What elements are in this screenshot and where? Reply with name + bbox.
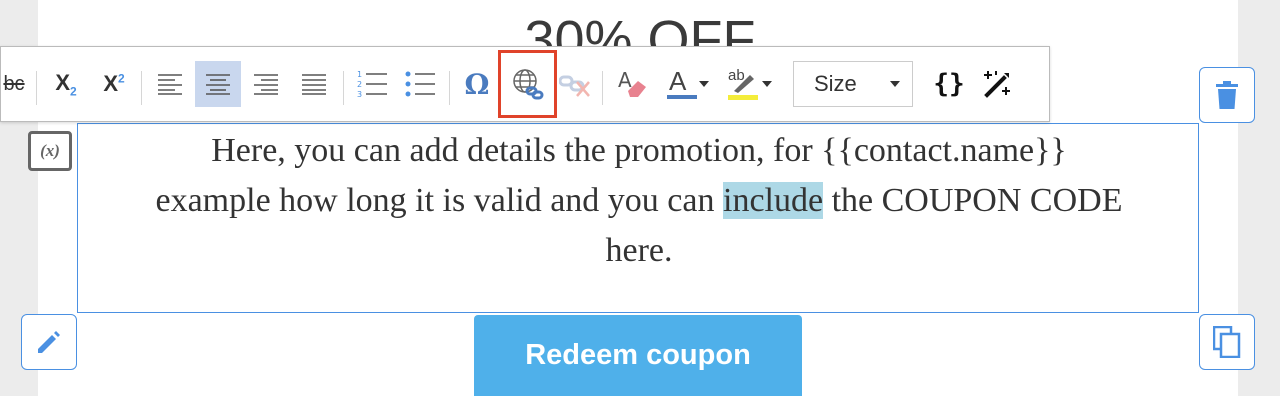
clear-formatting-button[interactable]: A (611, 47, 653, 121)
source-code-button[interactable]: {} (927, 47, 971, 121)
body-line-1: Here, you can add details the promotion,… (211, 132, 1067, 169)
promo-body-text[interactable]: Here, you can add details the promotion,… (78, 124, 1200, 276)
align-justify-icon (302, 74, 326, 95)
font-color-icon: A (665, 66, 697, 100)
numbered-list-button[interactable]: 123 (351, 47, 393, 121)
globe-link-icon (512, 69, 543, 100)
align-left-icon (158, 74, 182, 95)
svg-text:2: 2 (357, 80, 362, 89)
font-size-select[interactable]: Size (793, 61, 913, 107)
body-line-2-after: the COUPON CODE (823, 182, 1123, 219)
highlight-color-button[interactable]: ab (721, 47, 777, 121)
braces-icon: {} (933, 69, 965, 99)
omega-icon: Ω (464, 67, 490, 101)
subscript-mark: 2 (70, 84, 77, 99)
insert-link-button[interactable] (498, 50, 557, 118)
subscript-base: X (55, 69, 70, 95)
svg-text:1: 1 (357, 70, 362, 79)
rich-text-toolbar: bc X2 X2 123 Ω A A ab Size {} (0, 46, 1050, 122)
highlight-swatch (728, 95, 758, 100)
font-color-button[interactable]: A (661, 47, 713, 121)
special-character-button[interactable]: Ω (457, 47, 497, 121)
subscript-button[interactable]: X2 (46, 47, 86, 121)
font-color-swatch (667, 95, 697, 99)
body-line-2-before: example how long it is valid and you can (155, 182, 723, 219)
chevron-down-icon (699, 81, 709, 87)
bullet-list-button[interactable] (399, 47, 441, 121)
align-center-icon (206, 74, 230, 95)
body-line-2: example how long it is valid and you can… (78, 176, 1200, 226)
text-block[interactable]: Here, you can add details the promotion,… (77, 123, 1199, 313)
align-justify-button[interactable] (293, 47, 335, 121)
superscript-mark: 2 (118, 71, 125, 86)
align-left-button[interactable] (149, 47, 191, 121)
magic-tools-button[interactable] (975, 47, 1019, 121)
strikethrough-button[interactable]: bc (1, 47, 27, 121)
duplicate-block-button[interactable] (1199, 314, 1255, 370)
delete-block-button[interactable] (1199, 67, 1255, 123)
highlighter-icon: ab (726, 67, 760, 101)
trash-icon (1216, 81, 1238, 109)
insert-variable-button[interactable]: (x) (28, 131, 72, 171)
superscript-icon: X2 (103, 71, 124, 97)
superscript-button[interactable]: X2 (93, 47, 135, 121)
align-right-icon (254, 74, 278, 95)
numbered-list-icon: 123 (357, 70, 387, 99)
svg-text:A: A (618, 69, 632, 92)
eraser-icon: A (618, 69, 646, 97)
body-line-3: here. (605, 232, 673, 269)
unlink-icon (559, 75, 590, 97)
magic-wand-icon (984, 71, 1010, 98)
chevron-down-icon (762, 81, 772, 87)
align-right-button[interactable] (245, 47, 287, 121)
bullet-list-icon (405, 71, 435, 97)
chevron-down-icon (890, 81, 900, 87)
edit-block-button[interactable] (21, 314, 77, 370)
subscript-icon: X2 (55, 70, 76, 98)
font-color-label: A (669, 66, 687, 96)
pencil-icon (38, 331, 60, 353)
selected-text[interactable]: include (723, 182, 824, 219)
unlink-button[interactable] (557, 47, 593, 121)
redeem-coupon-button[interactable]: Redeem coupon (474, 315, 802, 396)
superscript-base: X (103, 71, 118, 96)
align-center-button[interactable] (195, 61, 241, 107)
strikethrough-label: bc (3, 72, 25, 95)
copy-icon (1213, 326, 1241, 358)
font-size-label: Size (814, 71, 857, 96)
svg-text:3: 3 (357, 90, 362, 99)
